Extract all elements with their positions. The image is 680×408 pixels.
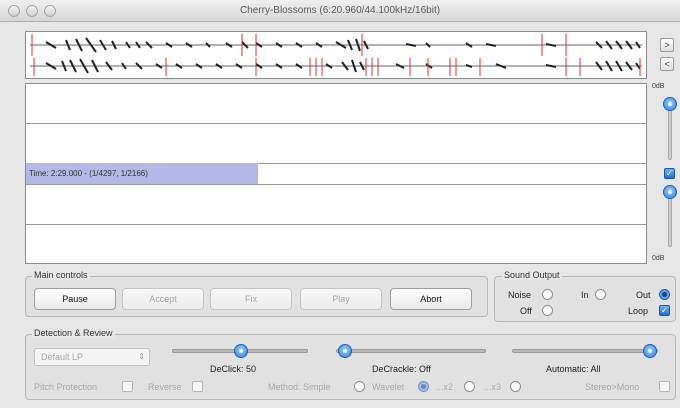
off-radio[interactable] bbox=[542, 305, 553, 316]
window-title: Cherry-Blossoms (6:20.960/44.100kHz/16bi… bbox=[239, 5, 441, 16]
detection-lanes[interactable]: Time: 2:29.000 - (1/4297, 1/2166) bbox=[25, 83, 647, 264]
accept-button[interactable]: Accept bbox=[122, 288, 204, 310]
automatic-slider-track[interactable] bbox=[512, 349, 658, 353]
volume-slider-bottom-knob[interactable] bbox=[663, 185, 677, 199]
db-bottom-label: 0dB bbox=[652, 255, 665, 262]
click-markers bbox=[31, 34, 641, 76]
decrackle-slider-knob[interactable] bbox=[338, 344, 352, 358]
app-window: Cherry-Blossoms (6:20.960/44.100kHz/16bi… bbox=[0, 0, 680, 408]
in-radio[interactable] bbox=[595, 289, 606, 300]
method-wavelet-radio[interactable] bbox=[418, 381, 429, 392]
channel-checkbox[interactable]: ✓ bbox=[664, 168, 675, 179]
time-readout: Time: 2:29.000 - (1/4297, 1/2166) bbox=[29, 169, 148, 178]
declick-slider-knob[interactable] bbox=[234, 344, 248, 358]
off-label: Off bbox=[520, 306, 532, 316]
pitch-protection-label: Pitch Protection bbox=[34, 382, 98, 392]
noise-label: Noise bbox=[508, 290, 532, 300]
stereo-mono-checkbox[interactable] bbox=[659, 381, 670, 392]
reverse-label: Reverse bbox=[148, 382, 182, 392]
play-button[interactable]: Play bbox=[300, 288, 382, 310]
method-x2-radio[interactable] bbox=[464, 381, 475, 392]
out-label: Out bbox=[636, 290, 651, 300]
wavelet-label: Wavelet bbox=[372, 382, 405, 392]
lane-divider bbox=[26, 224, 646, 225]
title-bar: Cherry-Blossoms (6:20.960/44.100kHz/16bi… bbox=[0, 0, 680, 22]
fix-button[interactable]: Fix bbox=[210, 288, 292, 310]
sound-output-legend: Sound Output bbox=[502, 270, 562, 280]
waveform-graphic bbox=[30, 34, 642, 76]
method-label: Method: Simple bbox=[268, 382, 331, 392]
x3-label: ...x3 bbox=[484, 382, 502, 392]
preset-select[interactable]: Default LP ⇕ bbox=[34, 348, 150, 366]
decrackle-label: DeCrackle: Off bbox=[372, 364, 431, 374]
in-label: In bbox=[581, 290, 589, 300]
scroll-right-button[interactable]: > bbox=[660, 38, 674, 52]
declick-label: DeClick: 50 bbox=[210, 364, 257, 374]
decrackle-slider-track[interactable] bbox=[336, 349, 486, 353]
waveform-overview[interactable] bbox=[25, 31, 647, 79]
method-x3-radio[interactable] bbox=[510, 381, 521, 392]
method-simple-radio[interactable] bbox=[354, 381, 365, 392]
automatic-slider-knob[interactable] bbox=[643, 344, 657, 358]
scroll-left-button[interactable]: < bbox=[660, 57, 674, 71]
select-arrows-icon: ⇕ bbox=[138, 352, 145, 361]
reverse-checkbox[interactable] bbox=[192, 381, 203, 392]
db-top-label: 0dB bbox=[652, 83, 665, 90]
lane-divider bbox=[26, 184, 646, 185]
pause-button[interactable]: Pause bbox=[34, 288, 116, 310]
loop-label: Loop bbox=[628, 306, 649, 316]
out-radio[interactable] bbox=[659, 289, 670, 300]
lane-divider bbox=[26, 123, 646, 124]
noise-radio[interactable] bbox=[542, 289, 553, 300]
loop-checkbox[interactable]: ✓ bbox=[659, 305, 670, 316]
pitch-protection-checkbox[interactable] bbox=[122, 381, 133, 392]
stereo-mono-label: Stereo>Mono bbox=[585, 382, 640, 392]
abort-button[interactable]: Abort bbox=[390, 288, 472, 310]
main-controls-legend: Main controls bbox=[32, 270, 90, 280]
volume-slider-top-knob[interactable] bbox=[663, 97, 677, 111]
preset-value: Default LP bbox=[41, 352, 84, 362]
x2-label: ...x2 bbox=[436, 382, 454, 392]
detection-review-legend: Detection & Review bbox=[32, 328, 115, 338]
automatic-label: Automatic: All bbox=[546, 364, 601, 374]
